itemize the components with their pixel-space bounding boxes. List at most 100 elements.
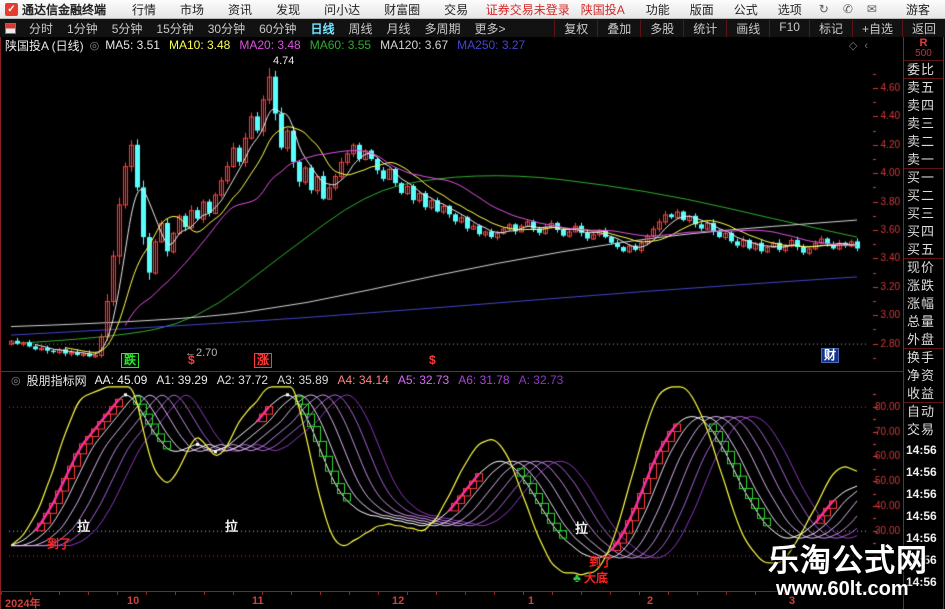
tool-button-8[interactable]: 返回 [901, 19, 945, 37]
tool-button-0[interactable]: 复权 [554, 19, 597, 37]
period-tab-10[interactable]: 更多> [468, 20, 513, 37]
chart-tools: 复权 叠加 多股 统计 画线 F10 标记 +自选 返回 [554, 19, 945, 37]
quote-row-11[interactable]: 现价 [904, 259, 943, 277]
indicator-header: ◎ 股朋指标网 AA: 45.09 A1: 39.29 A2: 37.72 A3: 3… [1, 372, 903, 388]
menubar-icons: ↻ ✆ ✉ [812, 2, 884, 16]
quote-row-18[interactable]: 收益 [904, 385, 943, 403]
collapse-icon[interactable]: ◎ [11, 374, 21, 387]
trade-time-0: 14:56 [906, 443, 937, 457]
quote-row-12[interactable]: 涨跌 [904, 277, 943, 295]
app-title: 通达信金融终端 [22, 2, 107, 17]
tool-button-4[interactable]: 画线 [726, 19, 769, 37]
tdx-terminal-window: ✓ 通达信金融终端 行情 市场 资讯 发现 问小达 财富圈 交易 证券交易未登录 陕国投A … [0, 0, 945, 609]
quote-row-7[interactable]: 买二 [904, 187, 943, 205]
quote-row-20[interactable]: 交易 [904, 421, 943, 439]
quote-row-5[interactable]: 卖一 [904, 151, 943, 169]
app-logo-icon[interactable]: ✓ [5, 2, 18, 16]
watermark-url: www.60lt.com [776, 578, 909, 600]
quote-rows: 委比 卖五 卖四 卖三 卖二 卖一 买一 买二 买三 买四 买五 现价 涨跌 涨幅 总量 外盘 换手 净资 收益 自动… [904, 61, 943, 439]
indicator-value-6: A6: 31.78 [458, 373, 510, 387]
menu-item-6[interactable]: 交易 [444, 1, 468, 18]
user-badge[interactable]: 游客 [906, 1, 930, 18]
period-toolbar: 分时 1分钟 5分钟 15分钟 30分钟 60分钟 日线 周线 月线 多周期 更多> 复权 叠加 多股统… [0, 19, 945, 37]
indicator-title: 股朋指标网 [26, 373, 87, 388]
period-tab-3[interactable]: 15分钟 [149, 20, 200, 37]
indicator-value-3: A3: 35.89 [277, 373, 329, 387]
current-stock-label[interactable]: 陕国投A [581, 1, 625, 18]
ma-legend-item-2: MA20: 3.48 [239, 38, 301, 52]
trade-time-2: 14:56 [906, 487, 937, 501]
timeline-label-5: 2 [647, 595, 654, 607]
tool-button-7[interactable]: +自选 [851, 19, 902, 37]
ma-legend-item-0: MA5: 3.51 [105, 38, 160, 52]
menu-item-3[interactable]: 发现 [276, 1, 300, 18]
ma-legend: MA5: 3.51 MA10: 3.48 MA20: 3.48 MA60: 3.55 M… [105, 38, 534, 52]
chart-title: 陕国投A (日线) [5, 38, 84, 53]
period-tab-1[interactable]: 1分钟 [60, 20, 105, 37]
lot-tag: 500 [915, 48, 932, 59]
quote-row-13[interactable]: 涨幅 [904, 295, 943, 313]
menubar-right-item-1[interactable]: 版面 [690, 1, 714, 18]
menubar-right-item-3[interactable]: 选项 [778, 1, 802, 18]
indicator-value-0: AA: 45.09 [94, 373, 148, 387]
login-status[interactable]: 证券交易未登录 [486, 1, 570, 18]
period-tab-4[interactable]: 30分钟 [201, 20, 252, 37]
trade-time-3: 14:56 [906, 509, 937, 523]
tool-button-5[interactable]: F10 [769, 19, 809, 37]
timeline-label-0: 2024年 [5, 598, 41, 609]
timeline-label-2: 11 [252, 595, 264, 607]
tool-button-6[interactable]: 标记 [808, 19, 852, 37]
workspace: 陕国投A (日线) ◎ MA5: 3.51 MA10: 3.48 MA20: 3.4… [0, 37, 945, 609]
quote-row-4[interactable]: 卖二 [904, 133, 943, 151]
quote-row-8[interactable]: 买三 [904, 205, 943, 223]
quote-row-16[interactable]: 换手 [904, 349, 943, 367]
menubar-right-item-2[interactable]: 公式 [734, 1, 758, 18]
watermark: 乐淘公式网 www.60lt.com [768, 544, 928, 601]
tool-button-1[interactable]: 叠加 [597, 19, 640, 37]
menubar-icon-2[interactable]: ✉ [867, 2, 877, 16]
quote-row-15[interactable]: 外盘 [904, 331, 943, 349]
period-tab-7[interactable]: 周线 [341, 20, 379, 37]
menubar-icon-0[interactable]: ↻ [819, 2, 829, 16]
quote-row-0[interactable]: 委比 [904, 61, 943, 79]
menubar-right-item-0[interactable]: 功能 [646, 1, 670, 18]
candlestick-canvas[interactable] [1, 37, 904, 371]
menu-item-5[interactable]: 财富圈 [384, 1, 420, 18]
chart-column: 陕国投A (日线) ◎ MA5: 3.51 MA10: 3.48 MA20: 3.4… [0, 37, 904, 609]
timeline-label-4: 1 [528, 595, 535, 607]
tool-button-3[interactable]: 统计 [683, 19, 726, 37]
quote-row-3[interactable]: 卖三 [904, 115, 943, 133]
period-tab-2[interactable]: 5分钟 [105, 20, 150, 37]
timeline-label-1: 10 [127, 595, 140, 607]
quote-row-6[interactable]: 买一 [904, 169, 943, 187]
period-tab-0[interactable]: 分时 [22, 20, 60, 37]
quote-row-14[interactable]: 总量 [904, 313, 943, 331]
quote-row-19[interactable]: 自动 [904, 403, 943, 421]
menu-item-4[interactable]: 问小达 [324, 1, 360, 18]
period-tab-9[interactable]: 多周期 [418, 20, 468, 37]
menu-item-1[interactable]: 市场 [180, 1, 204, 18]
window-mode-icon[interactable] [5, 22, 16, 34]
quote-row-10[interactable]: 买五 [904, 241, 943, 259]
collapse-icon[interactable]: ◎ [90, 39, 100, 52]
indicator-value-2: A2: 37.72 [216, 373, 269, 387]
period-tab-8[interactable]: 月线 [380, 20, 418, 37]
indicator-value-1: A1: 39.29 [156, 373, 208, 387]
panel-corner-icons[interactable]: ◇‹ [849, 39, 875, 52]
quote-row-17[interactable]: 净资 [904, 367, 943, 385]
menu-item-0[interactable]: 行情 [132, 1, 156, 18]
period-tab-6[interactable]: 日线 [303, 20, 341, 37]
main-menu: 行情 市场 资讯 发现 问小达 财富圈 交易 [120, 1, 480, 18]
quote-row-2[interactable]: 卖四 [904, 97, 943, 115]
menu-item-2[interactable]: 资讯 [228, 1, 252, 18]
ma-legend-item-4: MA120: 3.67 [380, 38, 449, 52]
period-tab-5[interactable]: 60分钟 [252, 20, 303, 37]
menubar-right: 证券交易未登录 陕国投A 功能 版面 公式 选项 ↻ ✆ ✉ 游客 [486, 1, 940, 18]
ma-legend-item-1: MA10: 3.48 [168, 38, 231, 52]
tool-button-2[interactable]: 多股 [640, 19, 683, 37]
trade-time-1: 14:56 [906, 465, 937, 479]
quote-row-1[interactable]: 卖五 [904, 79, 943, 97]
menubar-icon-1[interactable]: ✆ [843, 2, 853, 16]
indicator-value-7: A: 32.73 [518, 373, 564, 387]
quote-row-9[interactable]: 买四 [904, 223, 943, 241]
